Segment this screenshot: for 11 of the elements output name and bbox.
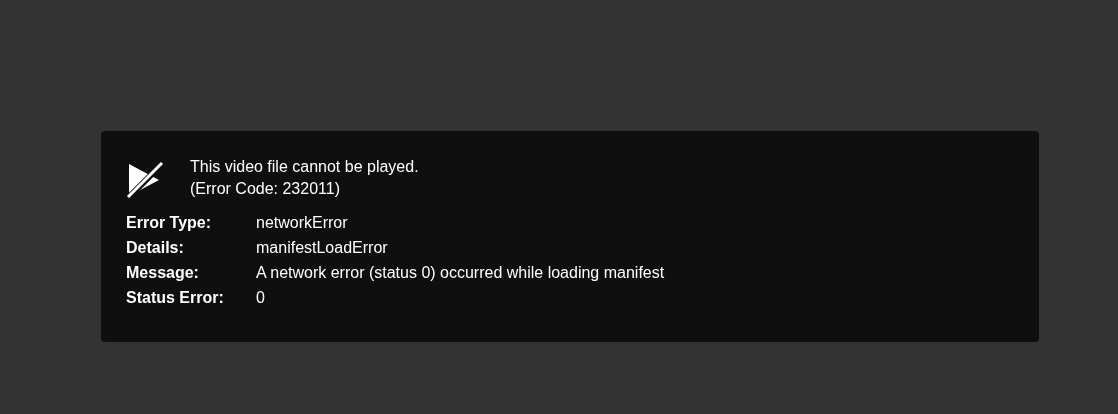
error-message: This video file cannot be played.: [190, 157, 419, 177]
detail-label: Details:: [126, 237, 185, 258]
detail-value: manifestLoadError: [256, 237, 388, 258]
error-message: (Error Code: 232011): [190, 179, 341, 199]
detail-value: networkError: [256, 212, 348, 233]
detail-label: Error Type:: [126, 212, 213, 233]
broken-play-icon: [126, 160, 163, 198]
detail-label: Status Error:: [126, 287, 225, 308]
detail-label: Message:: [126, 262, 200, 283]
detail-value: A network error (status 0) occurred while loading manifest: [256, 262, 665, 283]
detail-value: 0: [256, 287, 265, 308]
